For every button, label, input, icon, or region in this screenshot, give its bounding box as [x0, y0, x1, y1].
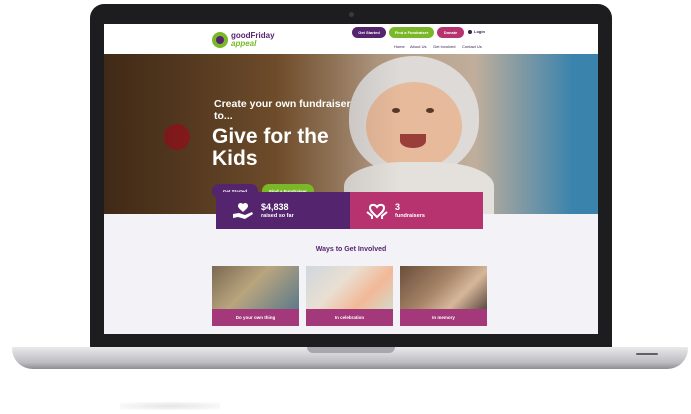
nav-contact-us[interactable]: Contact Us — [462, 44, 482, 49]
card-image — [400, 266, 487, 309]
card-in-celebration[interactable]: In celebration — [306, 266, 393, 326]
nav-home[interactable]: Home — [394, 44, 405, 49]
user-icon — [468, 29, 472, 34]
ways-heading: Ways to Get Involved — [315, 246, 387, 253]
card-image — [212, 266, 299, 309]
card-do-your-own-thing[interactable]: Do your own thing — [212, 266, 299, 326]
login-label: Login — [474, 29, 485, 34]
nav-about-us[interactable]: About Us — [410, 44, 426, 49]
stat-raised: $4,838 raised so far — [216, 192, 350, 229]
header-find-fundraiser-button[interactable]: Find a Fundraiser — [389, 27, 434, 38]
fundraisers-count: 3 — [395, 201, 401, 212]
hand-heart-icon — [233, 202, 253, 219]
card-image — [306, 266, 393, 309]
fundraisers-label: fundraisers — [395, 212, 425, 219]
card-caption: Do your own thing — [212, 309, 299, 326]
card-caption: In memory — [400, 309, 487, 326]
header-donate-button[interactable]: Donate — [437, 27, 464, 38]
laptop-indicator — [636, 353, 658, 355]
hero-banner: Create your own fundraiser to... Give fo… — [104, 54, 598, 214]
login-link[interactable]: Login — [468, 29, 485, 34]
camera-dot — [349, 12, 354, 17]
nav-get-involved[interactable]: Get Involved — [433, 44, 455, 49]
header-get-started-button[interactable]: Get Started — [352, 27, 386, 38]
logo[interactable]: goodFriday appeal — [212, 29, 275, 51]
laptop-shadow — [120, 402, 220, 410]
stat-fundraisers: 3 fundraisers — [350, 192, 483, 229]
logo-text-line2: appeal — [231, 39, 257, 48]
hero-subtitle: Create your own fundraiser to... — [214, 98, 351, 122]
logo-icon — [212, 32, 228, 48]
browser-viewport: goodFriday appeal Get Started Find a Fun… — [104, 24, 598, 334]
raised-label: raised so far — [261, 212, 294, 219]
site-header: goodFriday appeal Get Started Find a Fun… — [104, 24, 598, 54]
card-in-memory[interactable]: In memory — [400, 266, 487, 326]
laptop-notch — [307, 347, 395, 353]
card-caption: In celebration — [306, 309, 393, 326]
stats-bar: $4,838 raised so far 3 fundraisers — [216, 192, 483, 229]
hero-title: Give for the Kids — [212, 125, 329, 170]
hands-heart-icon — [366, 203, 388, 219]
raised-amount: $4,838 — [261, 201, 289, 212]
